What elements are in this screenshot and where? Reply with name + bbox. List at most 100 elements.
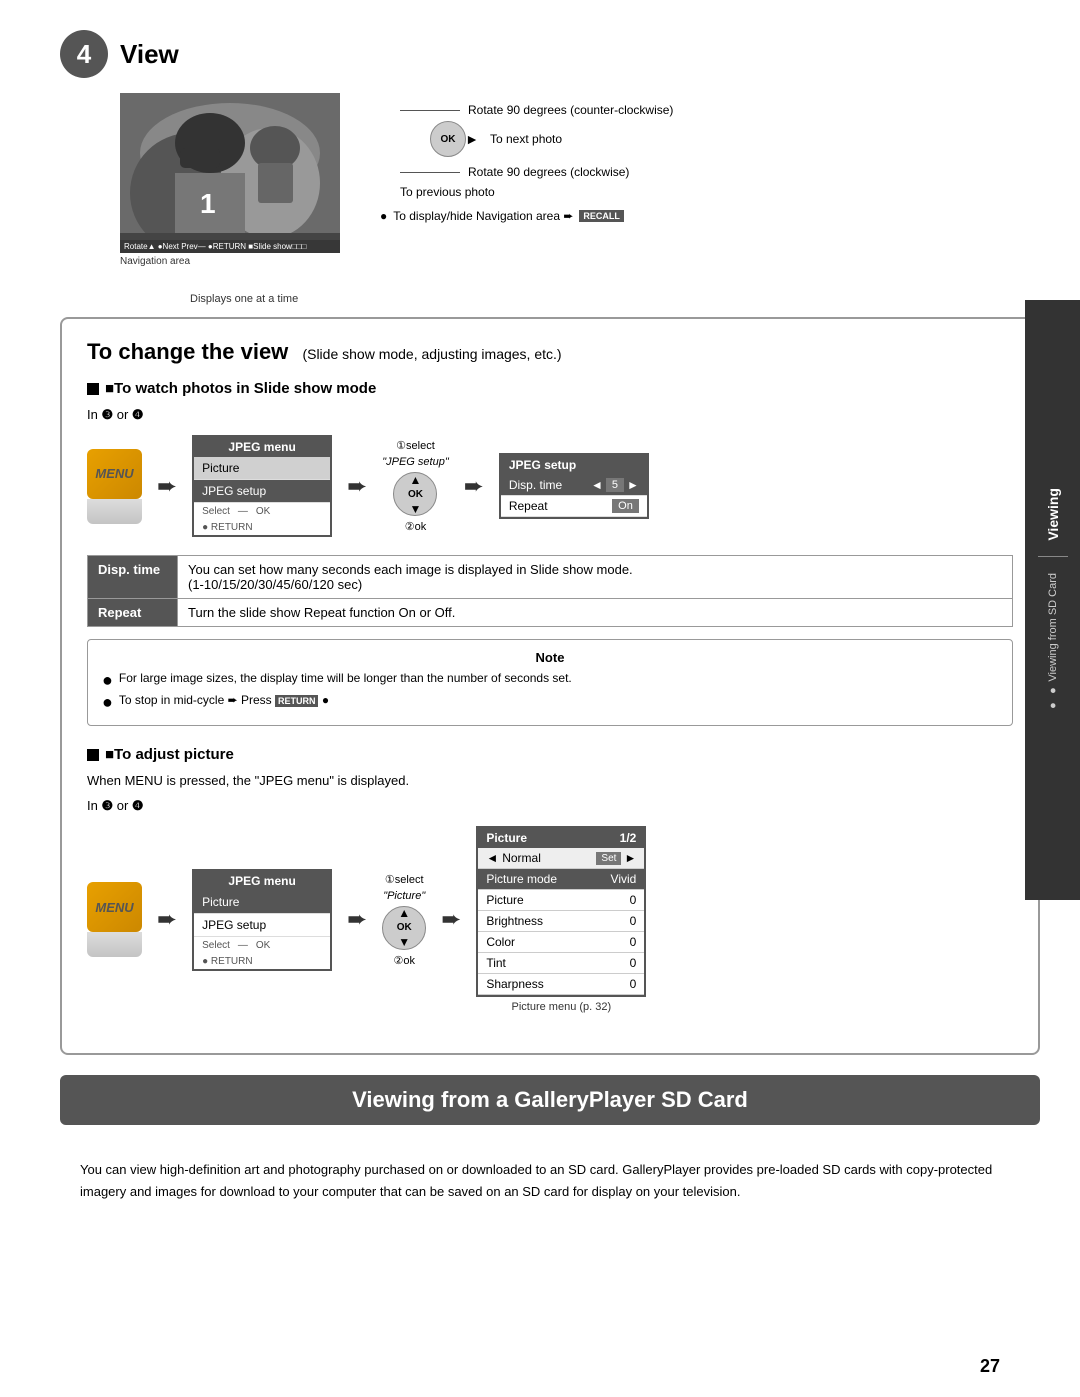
line-ccw: [400, 110, 460, 111]
sd-card-body: You can view high-definition art and pho…: [60, 1143, 1040, 1219]
note-1: ● For large image sizes, the display tim…: [102, 671, 998, 689]
brightness-val: 0: [630, 914, 637, 928]
nav-overlay: Rotate▲ ●Next Prev— ●RETURN ■Slide show□…: [120, 240, 340, 253]
disp-time-row: Disp. time ◄ 5 ►: [501, 475, 647, 496]
change-view-box: To change the view (Slide show mode, adj…: [60, 317, 1040, 1055]
normal-right-arrow-icon: ►: [624, 851, 636, 865]
return-label: ● RETURN: [194, 520, 330, 535]
slide-show-title: ■To watch photos in Slide show mode: [87, 380, 1013, 397]
tint-val: 0: [630, 956, 637, 970]
in-label-2: In ❸ or ❹: [87, 798, 1013, 814]
menu-label-2: MENU: [95, 900, 133, 915]
ok-btn-flow-2[interactable]: ▲ OK ▼: [382, 906, 426, 950]
page-number: 27: [980, 1356, 1000, 1377]
jpeg-menu-jpeg-setup: JPEG setup: [194, 480, 330, 503]
flow-arrow-5: ➨: [347, 905, 367, 934]
select-jpeg-setup-1: ①select: [396, 439, 435, 452]
repeat-info-desc: Turn the slide show Repeat function On o…: [178, 599, 1013, 627]
menu-flow: MENU ➨ JPEG menu Picture JPEG setup Sele…: [87, 435, 1013, 537]
svg-text:1: 1: [200, 188, 216, 219]
nav-overlay-text: Rotate▲ ●Next Prev— ●RETURN ■Slide show□…: [124, 242, 306, 251]
to-prev-photo-text: To previous photo: [400, 185, 495, 199]
sidebar-bullet-icon: ●: [1047, 700, 1059, 712]
normal-set-inner: ◄ Normal: [486, 851, 541, 865]
step-ref-1: ❸: [101, 407, 113, 422]
normal-set-row: ◄ Normal Set ►: [478, 848, 644, 869]
color-val: 0: [630, 935, 637, 949]
sd-card-text: You can view high-definition art and pho…: [80, 1159, 1020, 1203]
ok-wrap-2: ▲ OK ▼: [397, 906, 412, 949]
hand-body-2: [87, 932, 142, 957]
rotation-diagram: Rotate 90 degrees (counter-clockwise) OK…: [400, 103, 1040, 199]
tint-row: Tint 0: [478, 953, 644, 974]
jpeg-setup-result-box: JPEG setup Disp. time ◄ 5 ► Repeat On: [499, 453, 649, 519]
disp-time-secs: (1-10/15/20/30/45/60/120 sec): [188, 577, 362, 592]
hand-body: [87, 499, 142, 524]
ok-btn-flow[interactable]: ▲ OK ▼: [393, 472, 437, 516]
set-area: Set ►: [596, 851, 636, 865]
disp-time-info-desc: You can set how many seconds each image …: [178, 556, 1013, 599]
page-container: 4 View: [0, 0, 1080, 1397]
football-image: 1 Rotate▲ ●Next Prev— ●RETURN ■Slide sho…: [120, 93, 340, 253]
disp-time-value-area: ◄ 5 ►: [591, 478, 639, 492]
repeat-info-row: Repeat Turn the slide show Repeat functi…: [88, 599, 1013, 627]
repeat-label: Repeat: [509, 499, 548, 513]
change-view-title: To change the view (Slide show mode, adj…: [87, 339, 1013, 365]
flow-arrow-6: ➨: [441, 905, 461, 934]
picture-header: Picture 1/2: [478, 828, 644, 848]
select-picture-1: ①select: [385, 873, 424, 886]
bullet-1-icon: ●: [102, 671, 113, 689]
title-bold: To change the view: [87, 339, 288, 364]
ok-2-label-2: ②ok: [393, 954, 414, 967]
menu-hand-container: MENU: [87, 449, 142, 524]
jpeg-menu-box-2: JPEG menu Picture JPEG setup Select — OK…: [192, 869, 332, 971]
ok-label-diagram: OK: [441, 134, 456, 145]
sharpness-val: 0: [630, 977, 637, 991]
sidebar-content: Viewing ● ● Viewing from SD Card: [1038, 488, 1068, 712]
disp-time-info-row: Disp. time You can set how many seconds …: [88, 556, 1013, 599]
menu-hand: MENU: [87, 449, 142, 499]
rotate-ccw-text: Rotate 90 degrees (counter-clockwise): [468, 103, 673, 117]
sidebar-sub-text: ● ● Viewing from SD Card: [1047, 573, 1059, 712]
ok-2-label: ②ok: [405, 520, 426, 533]
sd-card-title: Viewing from a GalleryPlayer SD Card: [80, 1087, 1020, 1113]
jpeg-menu-footer: Select — OK: [194, 503, 330, 520]
pic-menu-caption: Picture menu (p. 32): [512, 1001, 612, 1013]
ok-flow-area: ①select "JPEG setup" ▲ OK ▼ ②ok: [382, 439, 449, 533]
repeat-info-label: Repeat: [88, 599, 178, 627]
picture-val-row: Picture 0: [478, 890, 644, 911]
ok-label: OK: [256, 506, 270, 517]
nav-area-label: Navigation area: [120, 256, 190, 267]
info-table: Disp. time You can set how many seconds …: [87, 555, 1013, 627]
bullet-2-icon: ●: [102, 693, 113, 711]
picture-val-label: Picture: [486, 893, 523, 907]
picture-val-value: 0: [630, 893, 637, 907]
slide-show-title-text: ■To watch photos in Slide show mode: [105, 380, 376, 397]
repeat-row: Repeat On: [501, 496, 647, 517]
disp-time-info-label: Disp. time: [88, 556, 178, 599]
return-label-2: ● RETURN: [194, 954, 330, 969]
note-title: Note: [102, 650, 998, 665]
view-content: 1 Rotate▲ ●Next Prev— ●RETURN ■Slide sho…: [120, 93, 1040, 267]
jpeg-menu-picture-2: Picture: [194, 891, 330, 914]
ok-label-2: OK: [256, 940, 270, 951]
nav-display-hint: ● To display/hide Navigation area ➨ RECA…: [380, 209, 1040, 223]
right-sidebar: Viewing ● ● Viewing from SD Card: [1025, 300, 1080, 900]
slide-show-section: ■To watch photos in Slide show mode In ❸…: [87, 380, 1013, 726]
menu-label: MENU: [95, 466, 133, 481]
select-label-2: Select: [202, 940, 230, 951]
up-arrow-2-icon: ▲: [398, 906, 410, 920]
sharpness-row: Sharpness 0: [478, 974, 644, 995]
picture-title: Picture: [486, 831, 527, 845]
jpeg-menu-header: JPEG menu: [194, 437, 330, 457]
down-arrow-icon: ▼: [410, 502, 422, 516]
sharpness-label: Sharpness: [486, 977, 543, 991]
normal-left-arrow-icon: ◄: [486, 851, 498, 865]
to-next-photo-text: To next photo: [490, 132, 562, 146]
menu-hand-2: MENU: [87, 882, 142, 932]
ok-flow-area-2: ①select "Picture" ▲ OK ▼ ②ok: [382, 873, 426, 967]
return-badge: RETURN: [275, 695, 319, 707]
sd-card-header: Viewing from a GalleryPlayer SD Card: [60, 1075, 1040, 1125]
in-label: In ❸ or ❹: [87, 407, 1013, 423]
ok-text-2: OK: [397, 922, 412, 933]
